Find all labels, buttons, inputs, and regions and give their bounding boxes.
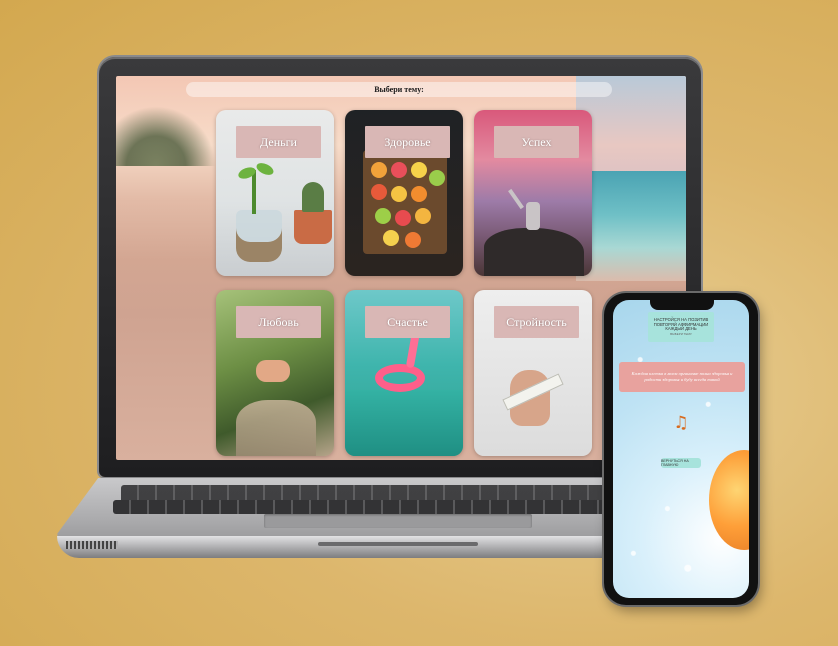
water-bubbles-background	[613, 300, 749, 598]
cactus	[302, 182, 324, 212]
citrus-slice	[391, 186, 407, 202]
topic-prompt: Выбери тему:	[374, 85, 424, 94]
sea-backdrop	[576, 171, 686, 281]
affirmation-text: Каждая клетка в моем организме полна здо…	[631, 370, 733, 382]
topic-label-love[interactable]: Любовь	[236, 306, 321, 338]
back-to-main-button[interactable]: ВЕРНУТЬСЯ НА ГЛАВНУЮ	[661, 458, 701, 468]
flamingo-float-image	[375, 364, 425, 392]
citrus-slice	[371, 162, 387, 178]
climber-arm	[508, 188, 524, 210]
keyboard-row	[113, 500, 689, 514]
climber-figure	[526, 202, 540, 230]
topic-label-slimness[interactable]: Стройность	[494, 306, 579, 338]
citrus-slice	[415, 208, 431, 224]
phone-header-line3[interactable]: ВЫБЕРИ ТЕМУ	[670, 332, 692, 336]
topic-label-health[interactable]: Здоровье	[365, 126, 450, 158]
citrus-slice	[391, 162, 407, 178]
topic-card-health[interactable]: Здоровье	[345, 110, 463, 276]
mountain-rock-image	[484, 228, 584, 276]
topic-card-slimness[interactable]: Стройность	[474, 290, 592, 456]
topic-prompt-bar: Выбери тему:	[186, 82, 612, 97]
holding-hands-image	[256, 360, 290, 382]
topic-card-happiness[interactable]: Счастье	[345, 290, 463, 456]
topic-label-happiness[interactable]: Счастье	[365, 306, 450, 338]
coin-jar-image	[236, 210, 282, 262]
phone-notch	[650, 300, 714, 310]
citrus-slice	[371, 184, 387, 200]
pool-water-image	[345, 390, 463, 456]
forest-path-image	[236, 400, 316, 456]
music-note-icon[interactable]: ♫	[671, 413, 691, 433]
laptop-vent	[66, 541, 118, 549]
phone-header: НАСТРОЙСЯ НА ПОЗИТИВ ПОВТОРЯЙ АФФИРМАЦИИ…	[648, 312, 714, 342]
trackpad	[264, 514, 532, 528]
topic-label-money[interactable]: Деньги	[236, 126, 321, 158]
laptop-screen: Выбери тему: Деньги Здоровье Успех Любов…	[116, 76, 686, 460]
cactus-pot	[294, 210, 332, 244]
topic-card-success[interactable]: Успех	[474, 110, 592, 276]
topic-card-love[interactable]: Любовь	[216, 290, 334, 456]
back-to-main-label: ВЕРНУТЬСЯ НА ГЛАВНУЮ	[661, 459, 689, 467]
sprout-leaf	[254, 160, 276, 178]
citrus-slice	[395, 210, 411, 226]
sprout-stem	[252, 170, 256, 214]
palm-trees-backdrop	[116, 106, 216, 166]
topic-card-money[interactable]: Деньги	[216, 110, 334, 276]
citrus-slice	[383, 230, 399, 246]
phone-screen: НАСТРОЙСЯ НА ПОЗИТИВ ПОВТОРЯЙ АФФИРМАЦИИ…	[613, 300, 749, 598]
topic-label-success[interactable]: Успех	[494, 126, 579, 158]
phone-header-line2: ПОВТОРЯЙ АФФИРМАЦИИ КАЖДЫЙ ДЕНЬ	[653, 321, 709, 332]
citrus-slice	[405, 232, 421, 248]
citrus-slice	[411, 186, 427, 202]
laptop-base-slot	[318, 542, 478, 546]
citrus-slice	[429, 170, 445, 186]
affirmation-quote: Каждая клетка в моем организме полна здо…	[619, 362, 745, 392]
citrus-slice	[375, 208, 391, 224]
citrus-slice	[411, 162, 427, 178]
